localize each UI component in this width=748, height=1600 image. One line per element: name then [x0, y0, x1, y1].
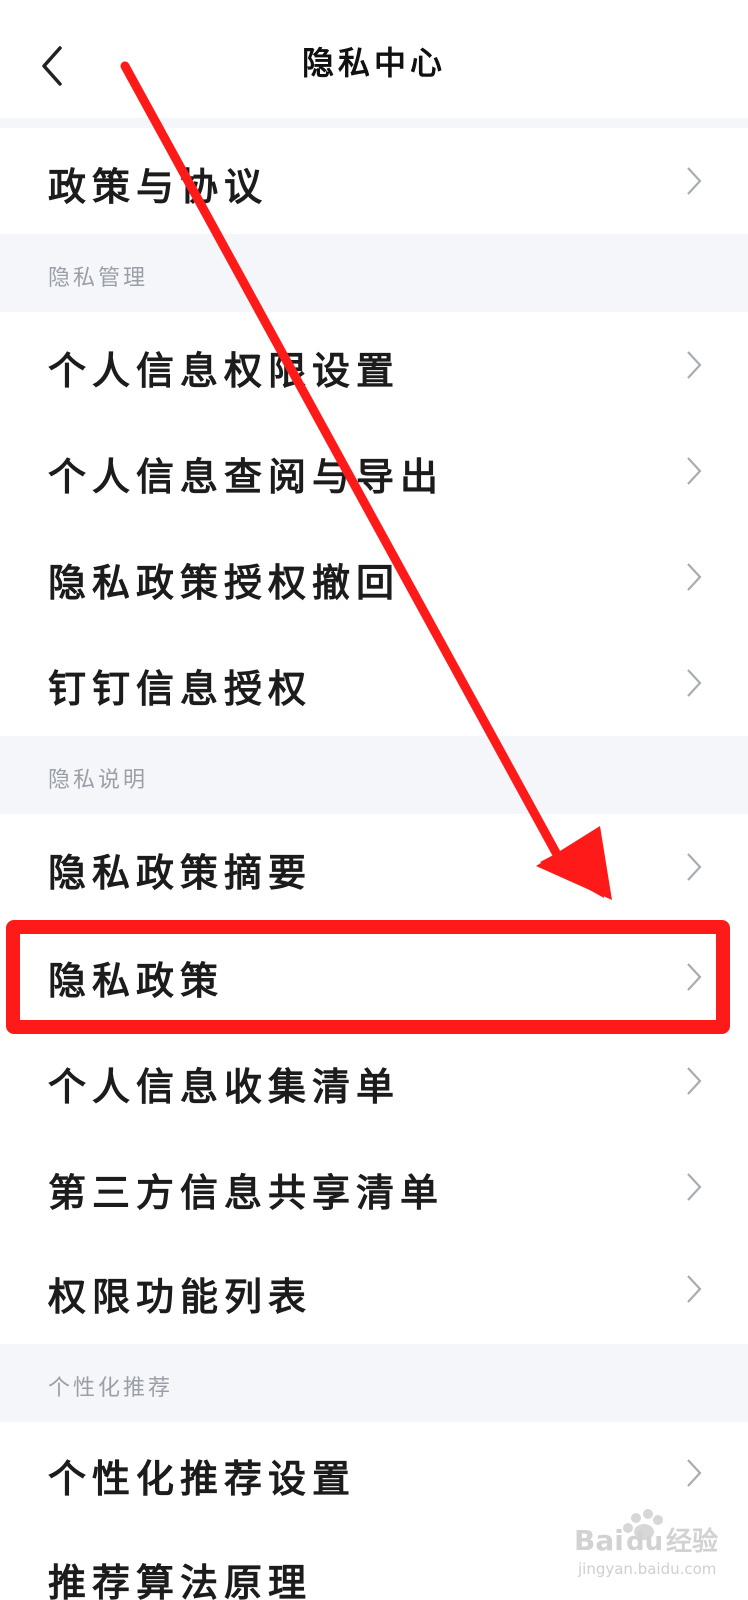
- watermark-logo: Bai du 经验 jingyan.baidu.com: [574, 1506, 734, 1586]
- menu-item-label: 第三方信息共享清单: [48, 1171, 445, 1215]
- page-title: 隐私中心: [301, 44, 446, 82]
- svg-text:jingyan.baidu.com: jingyan.baidu.com: [577, 1560, 716, 1578]
- chevron-right-icon: [687, 1459, 702, 1487]
- menu-item-label: 个性化推荐设置: [48, 1457, 357, 1501]
- menu-item-third-party-share[interactable]: 第三方信息共享清单: [0, 1138, 748, 1244]
- chevron-right-icon: [687, 1173, 702, 1201]
- section-label: 隐私管理: [48, 266, 149, 291]
- chevron-right-icon: [687, 457, 702, 485]
- chevron-right-icon: [687, 853, 702, 881]
- chevron-right-icon: [687, 563, 702, 591]
- menu-item-policy-agreement[interactable]: 政策与协议: [0, 128, 748, 234]
- menu-item-label: 个人信息权限设置: [48, 349, 401, 393]
- chevron-right-icon: [687, 1067, 702, 1095]
- divider: [0, 118, 748, 128]
- section-header-privacy-explain: 隐私说明: [0, 736, 748, 814]
- svg-text:经验: 经验: [666, 1526, 718, 1557]
- menu-item-personal-collection[interactable]: 个人信息收集清单: [0, 1032, 748, 1138]
- menu-item-privacy-revoke[interactable]: 隐私政策授权撤回: [0, 524, 748, 630]
- menu-item-label: 个人信息查阅与导出: [48, 455, 445, 499]
- menu-item-personal-permissions[interactable]: 个人信息权限设置: [0, 312, 748, 418]
- chevron-right-icon: [687, 167, 702, 195]
- menu-item-dingtalk-auth[interactable]: 钉钉信息授权: [0, 630, 748, 736]
- menu-item-label: 政策与协议: [48, 165, 269, 209]
- chevron-right-icon: [687, 669, 702, 697]
- section-label: 个性化推荐: [48, 1376, 174, 1401]
- menu-item-label: 隐私政策摘要: [48, 851, 313, 895]
- svg-text:du: du: [626, 1527, 663, 1557]
- highlight-box: [6, 920, 730, 1034]
- menu-item-permission-list[interactable]: 权限功能列表: [0, 1244, 748, 1344]
- section-label: 隐私说明: [48, 768, 149, 793]
- section-header-privacy-manage: 隐私管理: [0, 234, 748, 312]
- section-header-recommend: 个性化推荐: [0, 1344, 748, 1422]
- menu-item-label: 推荐算法原理: [48, 1561, 313, 1600]
- menu-item-label: 钉钉信息授权: [48, 667, 313, 711]
- menu-item-label: 权限功能列表: [48, 1275, 313, 1319]
- chevron-right-icon: [687, 1275, 702, 1303]
- menu-item-personal-view-export[interactable]: 个人信息查阅与导出: [0, 418, 748, 524]
- svg-text:Bai: Bai: [574, 1524, 624, 1557]
- chevron-right-icon: [687, 351, 702, 379]
- menu-item-label: 隐私政策授权撤回: [48, 561, 401, 605]
- menu-item-label: 个人信息收集清单: [48, 1065, 401, 1109]
- menu-item-privacy-summary[interactable]: 隐私政策摘要: [0, 814, 748, 920]
- header-bar: 隐私中心: [0, 0, 748, 118]
